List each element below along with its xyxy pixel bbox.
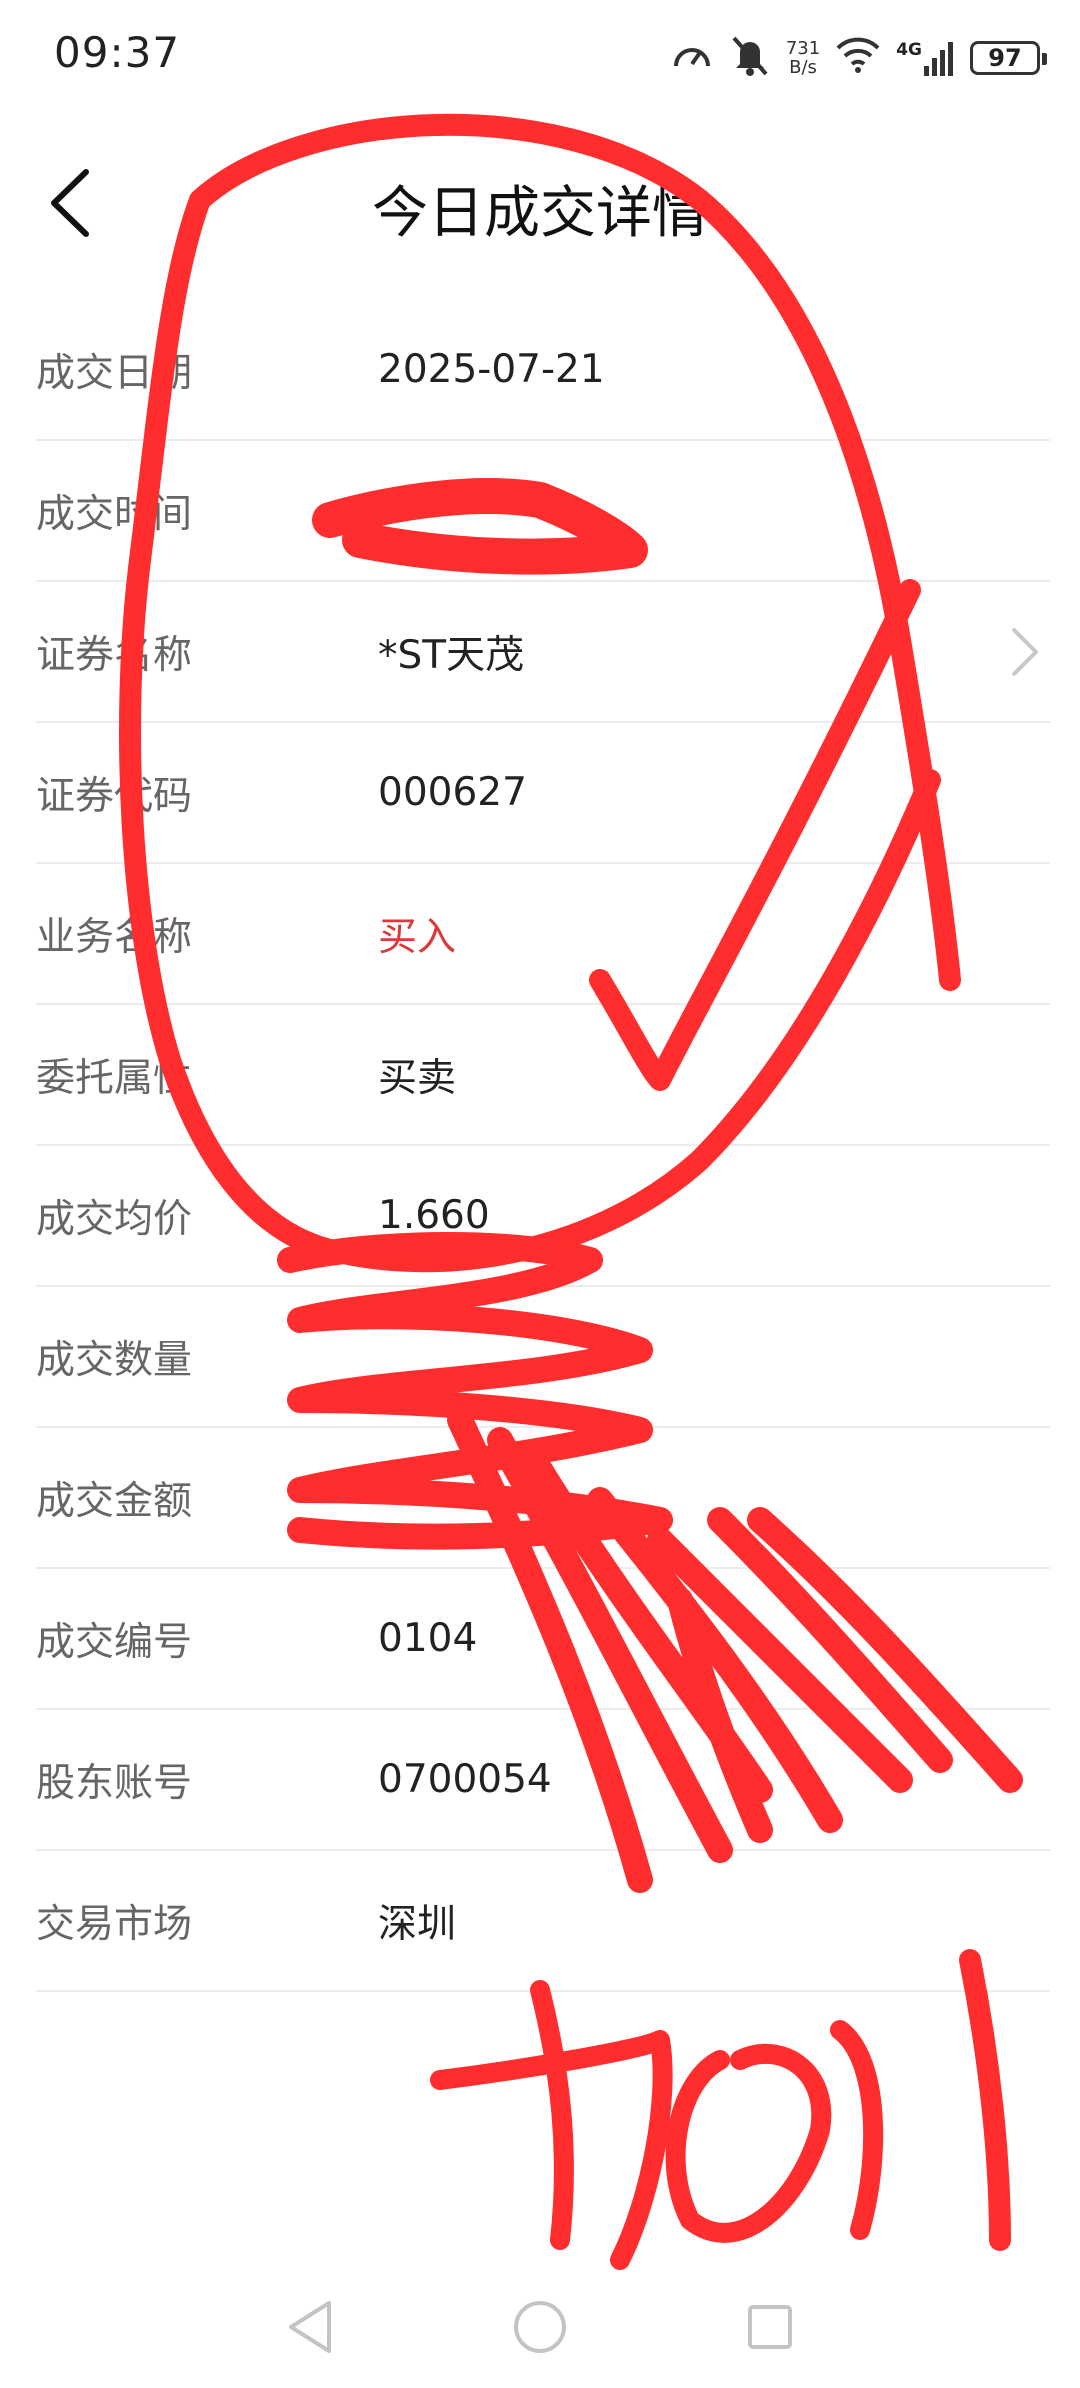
row-label: 成交时间 (36, 491, 193, 537)
detail-row-shareholder-account: 股东账号 0700054 (36, 1710, 1050, 1851)
chevron-right-icon (1004, 622, 1044, 682)
row-label: 证券代码 (36, 773, 193, 819)
net-speed-unit: B/s (789, 57, 817, 78)
detail-row-market: 交易市场 深圳 (36, 1851, 1050, 1992)
row-value: *ST天茂 (378, 632, 525, 678)
handwritten-char-one (959, 1949, 1011, 2251)
row-value: 2025-07-21 (378, 347, 605, 392)
detail-row-order-attribute: 委托属性 买卖 (36, 1005, 1050, 1146)
wifi-icon (836, 36, 880, 80)
network-type: 4G (896, 40, 922, 60)
row-label: 成交日期 (36, 350, 193, 396)
row-label: 业务名称 (36, 914, 193, 960)
detail-row-security-name[interactable]: 证券名称 *ST天茂 (36, 582, 1050, 723)
status-icons: 731 B/s 4G 97 (670, 30, 1047, 86)
signal-icon: 4G (896, 40, 954, 76)
row-label: 委托属性 (36, 1055, 193, 1101)
back-nav-button[interactable] (275, 2294, 345, 2364)
home-nav-button[interactable] (505, 2294, 575, 2364)
triangle-back-icon (285, 2299, 335, 2359)
row-value: 0104 (378, 1616, 478, 1661)
bell-muted-icon (730, 34, 770, 82)
row-label: 成交编号 (36, 1619, 193, 1665)
detail-row-security-code: 证券代码 000627 (36, 723, 1050, 864)
row-value: 买入 (378, 914, 457, 960)
row-value: 1.660 (378, 1193, 490, 1238)
row-label: 成交均价 (36, 1196, 193, 1242)
detail-row-amount: 成交金额 (36, 1428, 1050, 1569)
row-label: 成交数量 (36, 1337, 193, 1383)
detail-row-trade-date: 成交日期 2025-07-21 (36, 300, 1050, 441)
navigation-bar (0, 2270, 1080, 2388)
detail-row-business-name: 业务名称 买入 (36, 864, 1050, 1005)
status-time: 09:37 (54, 28, 181, 77)
handwritten-char-jia (430, 1980, 884, 2270)
row-value: 深圳 (378, 1901, 457, 1947)
net-speed-value: 731 (785, 38, 821, 59)
detail-row-trade-time: 成交时间 (36, 441, 1050, 582)
recents-nav-button[interactable] (735, 2294, 805, 2364)
detail-row-trade-number: 成交编号 0104 (36, 1569, 1050, 1710)
header: 今日成交详情 (0, 150, 1080, 260)
row-label: 成交金额 (36, 1478, 193, 1524)
trade-detail-list: 成交日期 2025-07-21 成交时间 证券名称 *ST天茂 证券代码 000… (36, 300, 1050, 1992)
battery-icon: 97 (970, 41, 1047, 75)
net-speed: 731 B/s (786, 39, 820, 77)
square-recents-icon (745, 2302, 795, 2356)
detail-row-quantity: 成交数量 (36, 1287, 1050, 1428)
page-title: 今日成交详情 (372, 181, 708, 246)
battery-level: 97 (988, 44, 1022, 72)
row-value: 000627 (378, 770, 527, 815)
row-label: 交易市场 (36, 1901, 193, 1947)
row-label: 股东账号 (36, 1760, 193, 1806)
row-value: 买卖 (378, 1055, 457, 1101)
speedometer-icon (670, 34, 714, 82)
detail-row-average-price: 成交均价 1.660 (36, 1146, 1050, 1287)
row-label: 证券名称 (36, 632, 193, 678)
circle-home-icon (512, 2299, 568, 2359)
row-value: 0700054 (378, 1757, 552, 1802)
status-bar: 09:37 731 B/s 4G 97 (0, 0, 1080, 110)
